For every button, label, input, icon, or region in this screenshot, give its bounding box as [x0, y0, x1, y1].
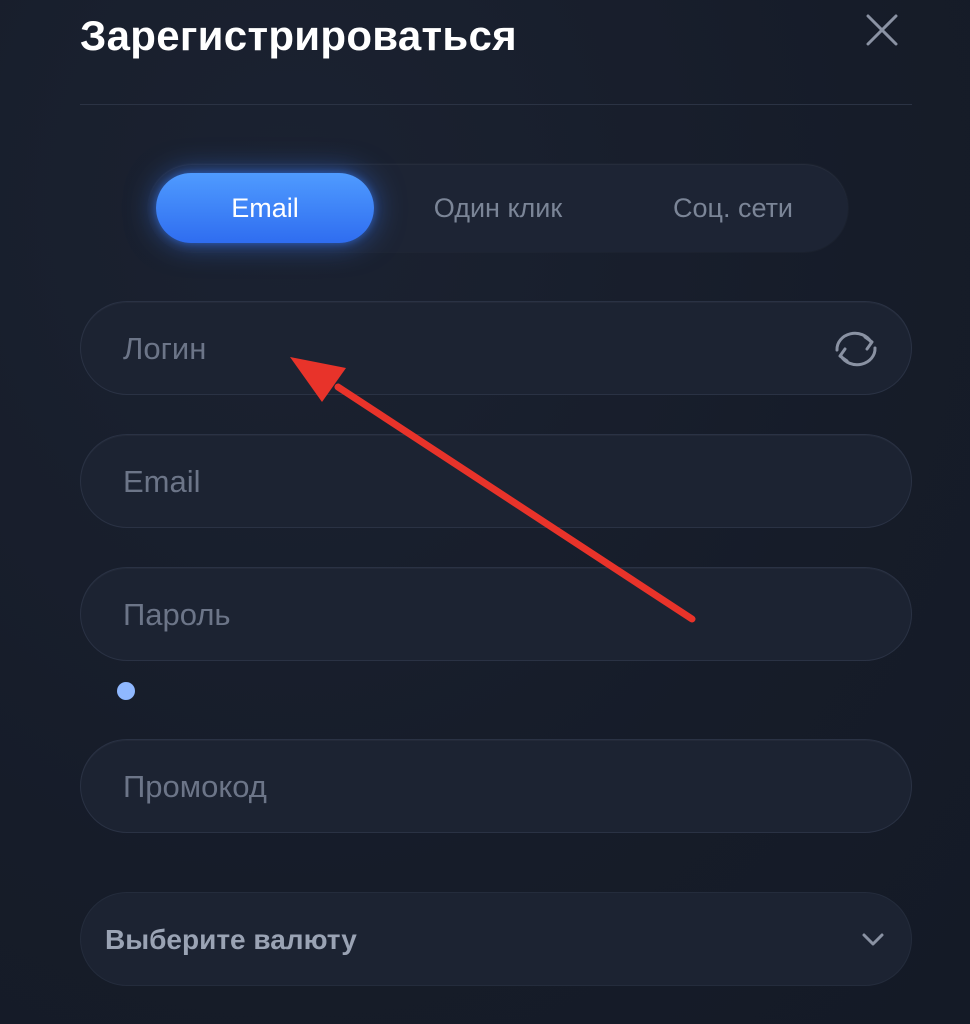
close-icon[interactable] — [860, 10, 902, 52]
tab-one-click[interactable]: Один клик — [388, 173, 608, 243]
refresh-icon[interactable] — [827, 328, 885, 370]
registration-method-tabs: Email Один клик Соц. сети — [148, 164, 848, 252]
close-button[interactable] — [860, 10, 902, 52]
status-dot — [117, 682, 135, 700]
promo-field — [80, 739, 912, 834]
password-field — [80, 567, 912, 662]
promo-input[interactable] — [121, 740, 825, 834]
tab-email[interactable]: Email — [156, 173, 374, 243]
currency-select-label: Выберите валюту — [105, 924, 357, 955]
email-input[interactable] — [121, 435, 825, 529]
registration-modal: Зарегистрироваться Email Один клик Соц. … — [0, 0, 970, 1024]
tab-social[interactable]: Соц. сети — [626, 173, 840, 243]
refresh-login-button[interactable] — [827, 328, 885, 370]
chevron-down-icon — [862, 933, 884, 946]
currency-select[interactable]: Выберите валюту — [80, 892, 912, 986]
login-field — [80, 301, 912, 396]
login-input[interactable] — [121, 302, 825, 396]
password-input[interactable] — [121, 568, 825, 662]
email-field — [80, 434, 912, 529]
header-divider — [80, 104, 912, 105]
modal-title: Зарегистрироваться — [80, 12, 517, 59]
